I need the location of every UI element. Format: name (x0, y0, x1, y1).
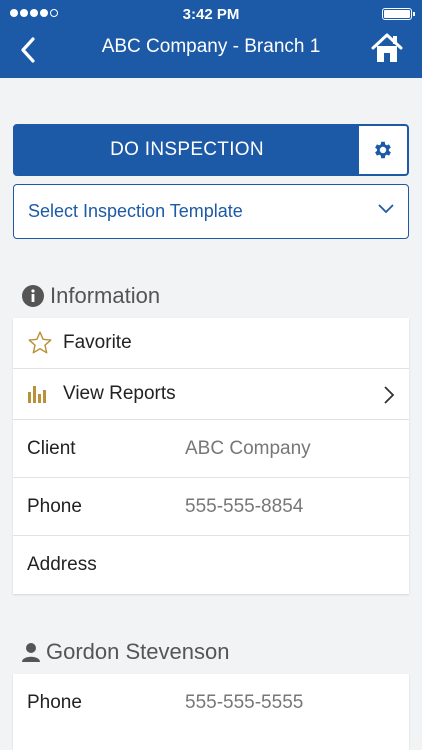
gear-icon (375, 141, 391, 159)
home-icon (371, 33, 403, 62)
person-icon (22, 642, 40, 662)
do-inspection-button[interactable]: DO INSPECTION (15, 126, 359, 174)
field-value[interactable]: 555-555-8854 (185, 496, 303, 518)
do-inspection-group: DO INSPECTION (13, 124, 409, 176)
battery-icon (382, 8, 415, 20)
back-button[interactable] (10, 32, 46, 68)
favorite-label: Favorite (63, 332, 132, 353)
header-bar: 3:42 PM ABC Company - Branch 1 (0, 0, 422, 78)
contact-card: Phone 555-555-5555 (13, 674, 409, 750)
chevron-down-icon (378, 204, 394, 214)
phone-row[interactable]: Phone 555-555-8854 (13, 478, 409, 536)
information-card: Favorite View Reports Client ABC Company… (13, 318, 409, 594)
contact-phone-row[interactable]: Phone 555-555-5555 (13, 674, 409, 732)
status-bar: 3:42 PM (0, 0, 422, 28)
address-row: Address (13, 536, 409, 594)
contact-heading: Gordon Stevenson (22, 639, 229, 665)
field-value: ABC Company (185, 437, 311, 459)
bar-chart-icon (27, 384, 63, 404)
favorite-row[interactable]: Favorite (13, 318, 409, 369)
field-label: Client (27, 437, 76, 459)
inspection-template-select[interactable]: Select Inspection Template (13, 184, 409, 239)
home-button[interactable] (370, 31, 404, 65)
page-title: ABC Company - Branch 1 (101, 36, 321, 57)
template-select-label: Select Inspection Template (28, 201, 243, 221)
nav-bar: ABC Company - Branch 1 (0, 28, 422, 78)
client-row: Client ABC Company (13, 420, 409, 478)
field-value[interactable]: 555-555-5555 (185, 692, 303, 714)
field-label: Phone (27, 495, 82, 517)
back-chevron-icon (21, 37, 35, 63)
field-label: Address (27, 554, 97, 575)
information-heading: Information (22, 283, 160, 309)
status-time: 3:42 PM (182, 6, 240, 23)
contact-name: Gordon Stevenson (46, 639, 230, 664)
chevron-right-icon (384, 386, 395, 404)
field-label: Phone (27, 692, 82, 713)
view-reports-label: View Reports (63, 383, 176, 404)
information-heading-label: Information (50, 283, 161, 308)
star-icon (27, 330, 63, 356)
info-icon (22, 285, 44, 307)
settings-button[interactable] (359, 126, 407, 174)
view-reports-row[interactable]: View Reports (13, 369, 409, 420)
